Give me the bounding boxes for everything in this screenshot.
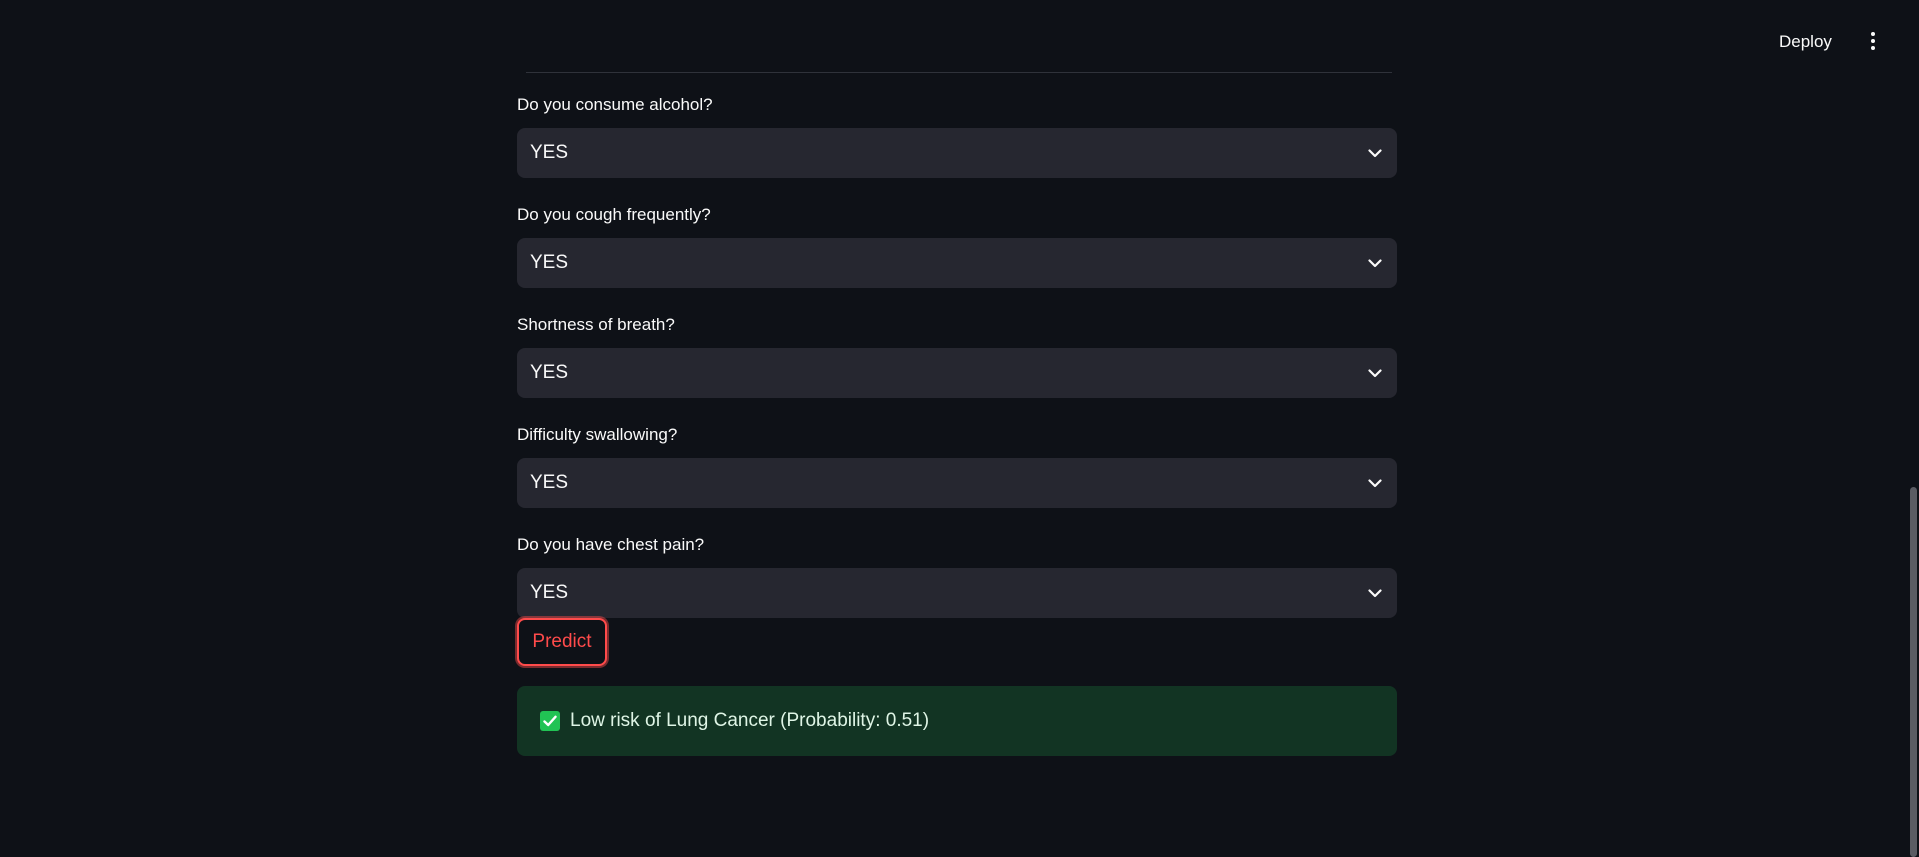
field-label: Shortness of breath? (517, 315, 675, 334)
select-value: YES (530, 142, 569, 163)
chevron-down-icon (1367, 475, 1383, 491)
field-cough: Do you cough frequently? YES (517, 204, 1397, 288)
field-swallowing: Difficulty swallowing? YES (517, 424, 1397, 508)
field-label: Do you have chest pain? (517, 535, 705, 554)
alcohol-select[interactable]: YES (517, 128, 1397, 178)
field-breath: Shortness of breath? YES (517, 314, 1397, 398)
breath-select[interactable]: YES (517, 348, 1397, 398)
field-alcohol: Do you consume alcohol? YES (517, 94, 1397, 178)
select-value: YES (530, 472, 569, 493)
prediction-form: Do you consume alcohol? YES Do you cough… (517, 94, 1397, 644)
swallowing-select[interactable]: YES (517, 458, 1397, 508)
scrollbar-thumb[interactable] (1910, 487, 1917, 857)
deploy-button[interactable]: Deploy (1773, 28, 1838, 56)
chevron-down-icon (1367, 145, 1383, 161)
field-chest-pain: Do you have chest pain? YES (517, 534, 1397, 618)
check-box-icon (540, 711, 560, 731)
scrollbar[interactable] (1908, 0, 1919, 857)
field-label: Difficulty swallowing? (517, 425, 678, 444)
chest-pain-select[interactable]: YES (517, 568, 1397, 618)
select-value: YES (530, 362, 569, 383)
select-value: YES (530, 252, 569, 273)
more-vertical-icon[interactable] (1864, 28, 1882, 54)
chevron-down-icon (1367, 255, 1383, 271)
chevron-down-icon (1367, 365, 1383, 381)
predict-button[interactable]: Predict (517, 618, 607, 666)
success-alert: Low risk of Lung Cancer (Probability: 0.… (517, 686, 1397, 756)
select-value: YES (530, 582, 569, 603)
result-text: Low risk of Lung Cancer (Probability: 0.… (570, 710, 930, 731)
cough-select[interactable]: YES (517, 238, 1397, 288)
divider (526, 72, 1392, 73)
field-label: Do you cough frequently? (517, 205, 711, 224)
field-label: Do you consume alcohol? (517, 95, 713, 114)
chevron-down-icon (1367, 585, 1383, 601)
app-page: Deploy Do you consume alcohol? YES Do yo… (0, 0, 1919, 857)
